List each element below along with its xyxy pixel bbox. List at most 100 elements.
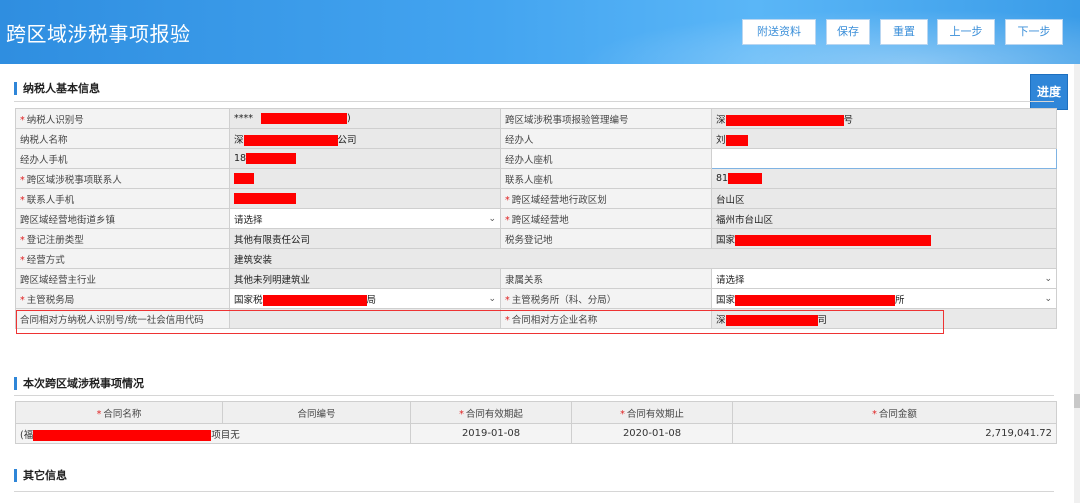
contract-end-cell: 2020-01-08	[571, 423, 733, 444]
table-row: * 跨区域涉税事项联系人 联系人座机 81	[15, 168, 1057, 189]
scrollbar[interactable]	[1074, 64, 1080, 503]
contact-label: * 跨区域涉税事项联系人	[15, 168, 230, 189]
industry-value: 其他未列明建筑业	[229, 268, 501, 289]
handler-landline-input[interactable]	[711, 148, 1057, 169]
redaction-mark	[33, 429, 212, 441]
contract-name-cell: (福 项目无	[15, 423, 411, 444]
page-title: 跨区域涉税事项报验	[6, 22, 191, 46]
save-button[interactable]: 保存	[826, 19, 870, 45]
taxpayer-name-label: 纳税人名称	[15, 128, 230, 149]
redaction-mark	[234, 173, 254, 184]
counterpart-name-value: 深司	[711, 308, 1057, 329]
registration-type-value: 其他有限责任公司	[229, 228, 501, 249]
counterpart-id-value	[229, 308, 501, 329]
tax-bureau-select[interactable]: 国家税局 ⌄	[229, 288, 501, 309]
taxpayer-id-value: ****)	[229, 108, 501, 129]
section-divider	[14, 101, 1054, 102]
section-divider	[14, 395, 1054, 396]
tax-office-label: * 主管税务所（科、分局）	[500, 288, 712, 309]
registration-type-label: * 登记注册类型	[15, 228, 230, 249]
affiliation-select[interactable]: 请选择 ⌄	[711, 268, 1057, 289]
tax-registration-place-value: 国家	[711, 228, 1057, 249]
contract-name-header: * 合同名称	[15, 401, 223, 424]
handler-value: 刘	[711, 128, 1057, 149]
redaction-mark	[735, 294, 896, 306]
chevron-down-icon: ⌄	[488, 293, 496, 304]
operation-mode-label: * 经营方式	[15, 248, 230, 269]
tax-bureau-label: * 主管税务局	[15, 288, 230, 309]
table-row: * 主管税务局 国家税局 ⌄ * 主管税务所（科、分局） 国家所 ⌄	[15, 288, 1057, 309]
redaction-mark	[725, 134, 748, 146]
taxpayer-info-table: * 纳税人识别号 ****) 跨区域涉税事项报验管理编号 深号 纳税人名称 深公司…	[15, 108, 1057, 329]
table-row: 跨区域经营主行业 其他未列明建筑业 隶属关系 请选择 ⌄	[15, 268, 1057, 289]
location-value: 福州市台山区	[711, 208, 1057, 229]
tax-registration-place-label: 税务登记地	[500, 228, 712, 249]
table-row: * 纳税人识别号 ****) 跨区域涉税事项报验管理编号 深号	[15, 108, 1057, 129]
handler-phone-value: 18	[229, 148, 501, 169]
location-label: * 跨区域经营地	[500, 208, 712, 229]
operation-mode-value: 建筑安装	[229, 248, 1057, 269]
counterpart-name-label: * 合同相对方企业名称	[500, 308, 712, 329]
attachments-button[interactable]: 附送资料	[742, 19, 816, 45]
redaction-mark	[243, 134, 338, 146]
report-number-value: 深号	[711, 108, 1057, 129]
table-row: * 联系人手机 * 跨区域经营地行政区划 台山区	[15, 188, 1057, 209]
redaction-mark	[725, 114, 844, 126]
next-step-button[interactable]: 下一步	[1005, 19, 1063, 45]
table-row: 合同相对方纳税人识别号/统一社会信用代码 * 合同相对方企业名称 深司	[15, 308, 1057, 329]
chevron-down-icon: ⌄	[488, 213, 496, 224]
region-value: 台山区	[711, 188, 1057, 209]
table-row: * 登记注册类型 其他有限责任公司 税务登记地 国家	[15, 228, 1057, 249]
redaction-mark	[246, 153, 297, 164]
scrollbar-thumb[interactable]	[1074, 394, 1080, 408]
contract-start-header: * 合同有效期起	[410, 401, 572, 424]
table-row: 跨区域经营地街道乡镇 请选择 ⌄ * 跨区域经营地 福州市台山区	[15, 208, 1057, 229]
contract-amount-header: * 合同金额	[732, 401, 1057, 424]
report-number-label: 跨区域涉税事项报验管理编号	[500, 108, 712, 129]
table-header-row: * 合同名称 合同编号 * 合同有效期起 * 合同有效期止 * 合同金额	[15, 401, 1057, 424]
table-row: 纳税人名称 深公司 经办人 刘	[15, 128, 1057, 149]
handler-label: 经办人	[500, 128, 712, 149]
section-title-basic-info: 纳税人基本信息	[14, 82, 100, 95]
handler-landline-label: 经办人座机	[500, 148, 712, 169]
section-divider	[14, 491, 1054, 492]
industry-label: 跨区域经营主行业	[15, 268, 230, 289]
contact-phone-value	[229, 188, 501, 209]
reset-button[interactable]: 重置	[880, 19, 928, 45]
taxpayer-id-label: * 纳税人识别号	[15, 108, 230, 129]
page-header: 跨区域涉税事项报验 附送资料 保存 重置 上一步 下一步	[0, 0, 1080, 64]
contract-end-header: * 合同有效期止	[571, 401, 733, 424]
section-title-situation: 本次跨区域涉税事项情况	[14, 377, 144, 390]
contract-number-header: 合同编号	[222, 401, 411, 424]
region-label: * 跨区域经营地行政区划	[500, 188, 712, 209]
contract-table: * 合同名称 合同编号 * 合同有效期起 * 合同有效期止 * 合同金额 (福 项目无 2…	[15, 401, 1057, 444]
redaction-mark	[728, 173, 763, 184]
section-title-other-info: 其它信息	[14, 469, 67, 482]
redaction-mark	[261, 113, 347, 124]
redaction-mark	[234, 193, 296, 204]
taxpayer-name-value: 深公司	[229, 128, 501, 149]
contract-start-cell: 2019-01-08	[410, 423, 572, 444]
previous-step-button[interactable]: 上一步	[937, 19, 995, 45]
counterpart-id-label: 合同相对方纳税人识别号/统一社会信用代码	[15, 308, 230, 329]
tax-office-select[interactable]: 国家所 ⌄	[711, 288, 1057, 309]
handler-phone-label: 经办人手机	[15, 148, 230, 169]
required-mark: *	[20, 114, 25, 126]
street-label: 跨区域经营地街道乡镇	[15, 208, 230, 229]
contract-amount-cell: 2,719,041.72	[732, 423, 1057, 444]
table-row: * 经营方式 建筑安装	[15, 248, 1057, 269]
redaction-mark	[262, 294, 367, 306]
redaction-mark	[735, 234, 932, 246]
chevron-down-icon: ⌄	[1044, 293, 1052, 304]
progress-button[interactable]: 进度	[1030, 74, 1068, 110]
table-row: (福 项目无 2019-01-08 2020-01-08 2,719,041.72	[15, 423, 1057, 444]
street-select[interactable]: 请选择 ⌄	[229, 208, 501, 229]
contact-value	[229, 168, 501, 189]
contact-phone-label: * 联系人手机	[15, 188, 230, 209]
contact-landline-label: 联系人座机	[500, 168, 712, 189]
redaction-mark	[725, 314, 818, 326]
affiliation-label: 隶属关系	[500, 268, 712, 289]
chevron-down-icon: ⌄	[1044, 273, 1052, 284]
table-row: 经办人手机 18 经办人座机	[15, 148, 1057, 169]
contact-landline-value: 81	[711, 168, 1057, 189]
